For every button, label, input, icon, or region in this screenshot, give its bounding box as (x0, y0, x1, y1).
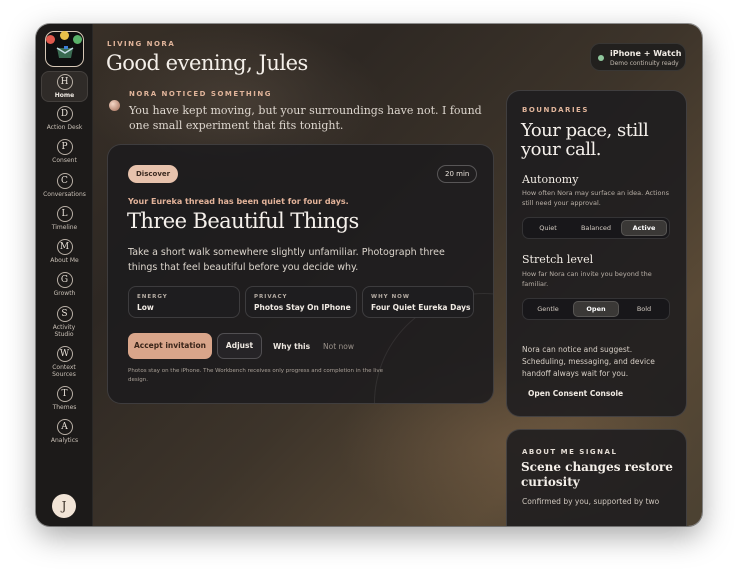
sidebar-item-about-me[interactable]: M About Me (41, 237, 88, 268)
autonomy-description: How often Nora may surface an idea. Acti… (522, 189, 669, 207)
about-me-signal-panel: ABOUT ME SIGNAL Scene changes restore cu… (506, 429, 687, 526)
why-this-button[interactable]: Why this (273, 342, 310, 351)
autonomy-option-balanced[interactable]: Balanced (573, 220, 619, 236)
sidebar: H Home D Action Desk P Consent C Convers… (36, 24, 93, 526)
stat-value: Low (137, 303, 154, 312)
sidebar-item-label: Consent (52, 157, 77, 164)
discover-tag: Discover (128, 165, 179, 183)
sidebar-item-themes[interactable]: T Themes (41, 384, 88, 415)
sidebar-item-home[interactable]: H Home (41, 71, 88, 102)
sidebar-item-label: Conversations (43, 191, 86, 198)
autonomy-title: Autonomy (522, 173, 579, 186)
sidebar-item-consent[interactable]: P Consent (41, 137, 88, 168)
timeline-icon: L (56, 206, 73, 222)
themes-icon: T (56, 386, 73, 402)
consent-icon: P (56, 139, 73, 155)
sidebar-item-conversations[interactable]: C Conversations (41, 171, 88, 202)
stat-label: ENERGY (137, 294, 168, 300)
autonomy-option-active[interactable]: Active (621, 220, 667, 236)
logo-mark-icon (56, 46, 74, 58)
stat-why-now: WHY NOW Four Quiet Eureka Days (362, 286, 474, 318)
panel-eyebrow: BOUNDARIES (522, 106, 589, 114)
context-sources-icon: W (56, 346, 73, 362)
conversations-icon: C (56, 173, 73, 189)
status-dot-icon (598, 55, 604, 61)
sidebar-item-label: Analytics (50, 437, 79, 444)
boundaries-panel: BOUNDARIES Your pace, still your call. A… (506, 90, 687, 417)
yellow-dot-icon (60, 31, 69, 40)
sidebar-item-label: Timeline (51, 224, 78, 231)
card-footnote: Photos stay on the iPhone. The Workbench… (128, 368, 384, 383)
page-title: Good evening, Jules (106, 51, 308, 75)
sidebar-item-analytics[interactable]: A Analytics (41, 417, 88, 448)
analytics-icon: A (56, 419, 73, 435)
sidebar-item-context-sources[interactable]: W Context Sources (41, 344, 88, 378)
notice-text: You have kept moving, but your surroundi… (129, 104, 482, 132)
nora-orb-icon (109, 100, 120, 111)
card-body: Take a short walk somewhere slightly unf… (128, 247, 445, 273)
sidebar-item-label: Activity Studio (52, 324, 76, 338)
stretch-title: Stretch level (522, 253, 594, 266)
adjust-button[interactable]: Adjust (217, 333, 262, 359)
autonomy-segmented-control: Quiet Balanced Active (522, 217, 670, 239)
discover-card: Discover 20 min Your Eureka thread has b… (107, 144, 494, 404)
accept-invitation-button[interactable]: Accept invitation (128, 333, 212, 359)
device-status-pill[interactable]: iPhone + Watch Demo continuity ready (590, 43, 686, 71)
stat-privacy: PRIVACY Photos Stay On IPhone (245, 286, 357, 318)
sidebar-item-growth[interactable]: G Growth (41, 270, 88, 301)
duration-badge: 20 min (437, 165, 478, 183)
page-eyebrow: LIVING NORA (107, 40, 176, 48)
signal-title: Scene changes restore curiosity (521, 460, 673, 489)
stretch-option-gentle[interactable]: Gentle (525, 301, 571, 317)
activity-studio-icon: S (56, 306, 73, 322)
open-consent-console-link[interactable]: Open Consent Console (528, 389, 623, 398)
home-icon: H (56, 74, 73, 90)
app-logo-icon[interactable] (45, 31, 84, 67)
signal-description: Confirmed by you, supported by two (522, 497, 660, 506)
stretch-segmented-control: Gentle Open Bold (522, 298, 670, 320)
card-title: Three Beautiful Things (127, 209, 359, 233)
sidebar-item-timeline[interactable]: L Timeline (41, 204, 88, 235)
notice-eyebrow: NORA NOTICED SOMETHING (129, 90, 272, 98)
sidebar-item-label: Context Sources (52, 364, 76, 378)
sidebar-item-activity-studio[interactable]: S Activity Studio (41, 304, 88, 338)
stat-energy: ENERGY Low (128, 286, 240, 318)
card-kicker: Your Eureka thread has been quiet for fo… (128, 197, 349, 206)
stretch-option-bold[interactable]: Bold (621, 301, 667, 317)
red-dot-icon (46, 35, 55, 44)
sidebar-item-label: Home (54, 92, 75, 99)
autonomy-option-quiet[interactable]: Quiet (525, 220, 571, 236)
stat-value: Four Quiet Eureka Days (371, 303, 471, 312)
action-desk-icon: D (56, 106, 73, 122)
growth-icon: G (56, 272, 73, 288)
sidebar-item-label: Themes (52, 404, 77, 411)
panel-eyebrow: ABOUT ME SIGNAL (522, 448, 618, 456)
sidebar-item-action-desk[interactable]: D Action Desk (41, 104, 88, 135)
about-me-icon: M (56, 239, 73, 255)
sidebar-item-label: About Me (50, 257, 79, 264)
stat-label: PRIVACY (254, 294, 288, 300)
stat-value: Photos Stay On IPhone (254, 303, 351, 312)
stat-label: WHY NOW (371, 294, 410, 300)
stretch-option-open[interactable]: Open (573, 301, 619, 317)
panel-title: Your pace, still your call. (521, 120, 649, 160)
green-dot-icon (73, 35, 82, 44)
app-window: H Home D Action Desk P Consent C Convers… (36, 24, 702, 526)
device-status-title: iPhone + Watch (610, 49, 682, 58)
sidebar-item-label: Growth (53, 290, 76, 297)
stretch-description: How far Nora can invite you beyond the f… (522, 270, 652, 288)
boundaries-note: Nora can notice and suggest. Scheduling,… (522, 345, 655, 378)
avatar[interactable]: J (52, 494, 76, 518)
not-now-button[interactable]: Not now (323, 342, 354, 351)
sidebar-item-label: Action Desk (46, 124, 83, 131)
device-status-subtitle: Demo continuity ready (610, 60, 679, 67)
